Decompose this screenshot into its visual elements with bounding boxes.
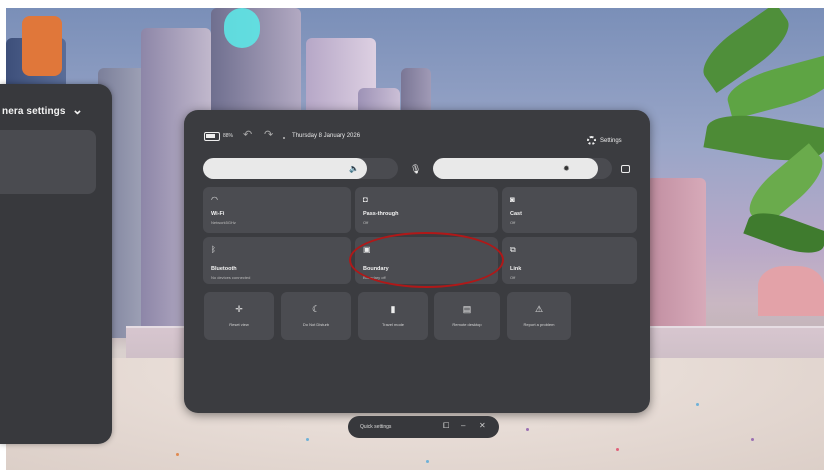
bug-report-icon: ⚠	[534, 304, 544, 314]
reset-view-icon: ✛	[235, 304, 243, 314]
tile-link-status: Off	[510, 275, 516, 280]
tile-pass-through-title: Pass-through	[363, 211, 399, 217]
volume-slider-fill	[203, 158, 367, 179]
quick-settings-bar-label: Quick settings	[360, 424, 392, 430]
do-not-disturb-icon: ☾	[311, 304, 321, 314]
report-problem-button[interactable]: ⚠ Report a problem	[507, 292, 571, 340]
tile-bluetooth[interactable]: ᛒ Bluetooth No devices connected	[203, 237, 351, 284]
brightness-slider-fill	[433, 158, 598, 179]
tile-wifi[interactable]: ◠ Wi-Fi Network5GHz	[203, 187, 351, 233]
redo-icon[interactable]: ↷	[264, 128, 273, 141]
volume-slider[interactable]: 🔈	[203, 158, 398, 179]
side-panel-card[interactable]	[0, 130, 96, 194]
tile-bluetooth-title: Bluetooth	[211, 266, 237, 272]
travel-mode-label: Travel mode	[381, 322, 405, 327]
undo-icon[interactable]: ↶	[243, 128, 252, 141]
microphone-icon[interactable]: 🎙	[410, 164, 421, 175]
bluetooth-icon: ᛒ	[211, 245, 216, 254]
tile-link[interactable]: ⧉ Link Off	[502, 237, 637, 284]
tile-cast-title: Cast	[510, 211, 522, 217]
side-panel-title: nera settings	[2, 106, 66, 117]
monitor-icon: ▤	[462, 304, 472, 314]
settings-label: Settings	[600, 137, 622, 144]
separator-dot	[283, 137, 285, 139]
remote-desktop-button[interactable]: ▤ Remote desktop	[434, 292, 500, 340]
tile-cast-status: Off	[510, 220, 516, 225]
tile-bluetooth-status: No devices connected	[211, 275, 251, 280]
link-icon: ⧉	[510, 245, 516, 254]
tile-wifi-status: Network5GHz	[211, 220, 236, 225]
resize-icon[interactable]: ⧠	[443, 421, 449, 431]
speaker-icon: 🔈	[349, 164, 359, 173]
cast-icon: ◙	[510, 195, 515, 204]
quick-settings-panel: 88% ↶ ↷ Thursday 8 January 2026 Settings…	[184, 110, 650, 413]
tile-pass-through[interactable]: ◘ Pass-through Off	[355, 187, 498, 233]
do-not-disturb-button[interactable]: ☾ Do Not Disturb	[281, 292, 351, 340]
do-not-disturb-label: Do Not Disturb	[302, 322, 330, 327]
headset-icon: ◘	[363, 195, 368, 204]
battery-icon	[204, 132, 220, 141]
panel-header: 88% ↶ ↷ Thursday 8 January 2026 Settings	[184, 110, 650, 150]
reset-view-label: Reset view	[229, 322, 249, 327]
wifi-icon: ◠	[211, 195, 218, 204]
remote-desktop-label: Remote desktop	[452, 322, 482, 327]
side-settings-panel: nera settings ⌄	[0, 84, 112, 444]
sun-icon: ✹	[563, 164, 570, 173]
chevron-down-icon[interactable]: ⌄	[72, 102, 83, 118]
tile-wifi-title: Wi-Fi	[211, 211, 225, 217]
report-problem-label: Report a problem	[523, 322, 555, 327]
minimize-icon[interactable]: –	[461, 421, 465, 430]
battery-level: 88%	[223, 133, 234, 139]
date-time: Thursday 8 January 2026	[292, 133, 361, 139]
settings-button[interactable]: Settings	[587, 136, 622, 145]
gear-icon	[587, 136, 596, 145]
tile-pass-through-status: Off	[363, 220, 369, 225]
suitcase-icon: ▮	[390, 304, 396, 314]
boundary-highlight-annotation	[349, 232, 504, 288]
quick-settings-bar[interactable]: Quick settings ⧠ – ✕	[348, 416, 499, 438]
close-icon[interactable]: ✕	[479, 421, 486, 430]
screen-cast-icon[interactable]	[621, 165, 630, 173]
tile-link-title: Link	[510, 266, 522, 272]
tile-cast[interactable]: ◙ Cast Off	[502, 187, 637, 233]
brightness-slider[interactable]: ✹	[433, 158, 612, 179]
reset-view-button[interactable]: ✛ Reset view	[204, 292, 274, 340]
travel-mode-button[interactable]: ▮ Travel mode	[358, 292, 428, 340]
